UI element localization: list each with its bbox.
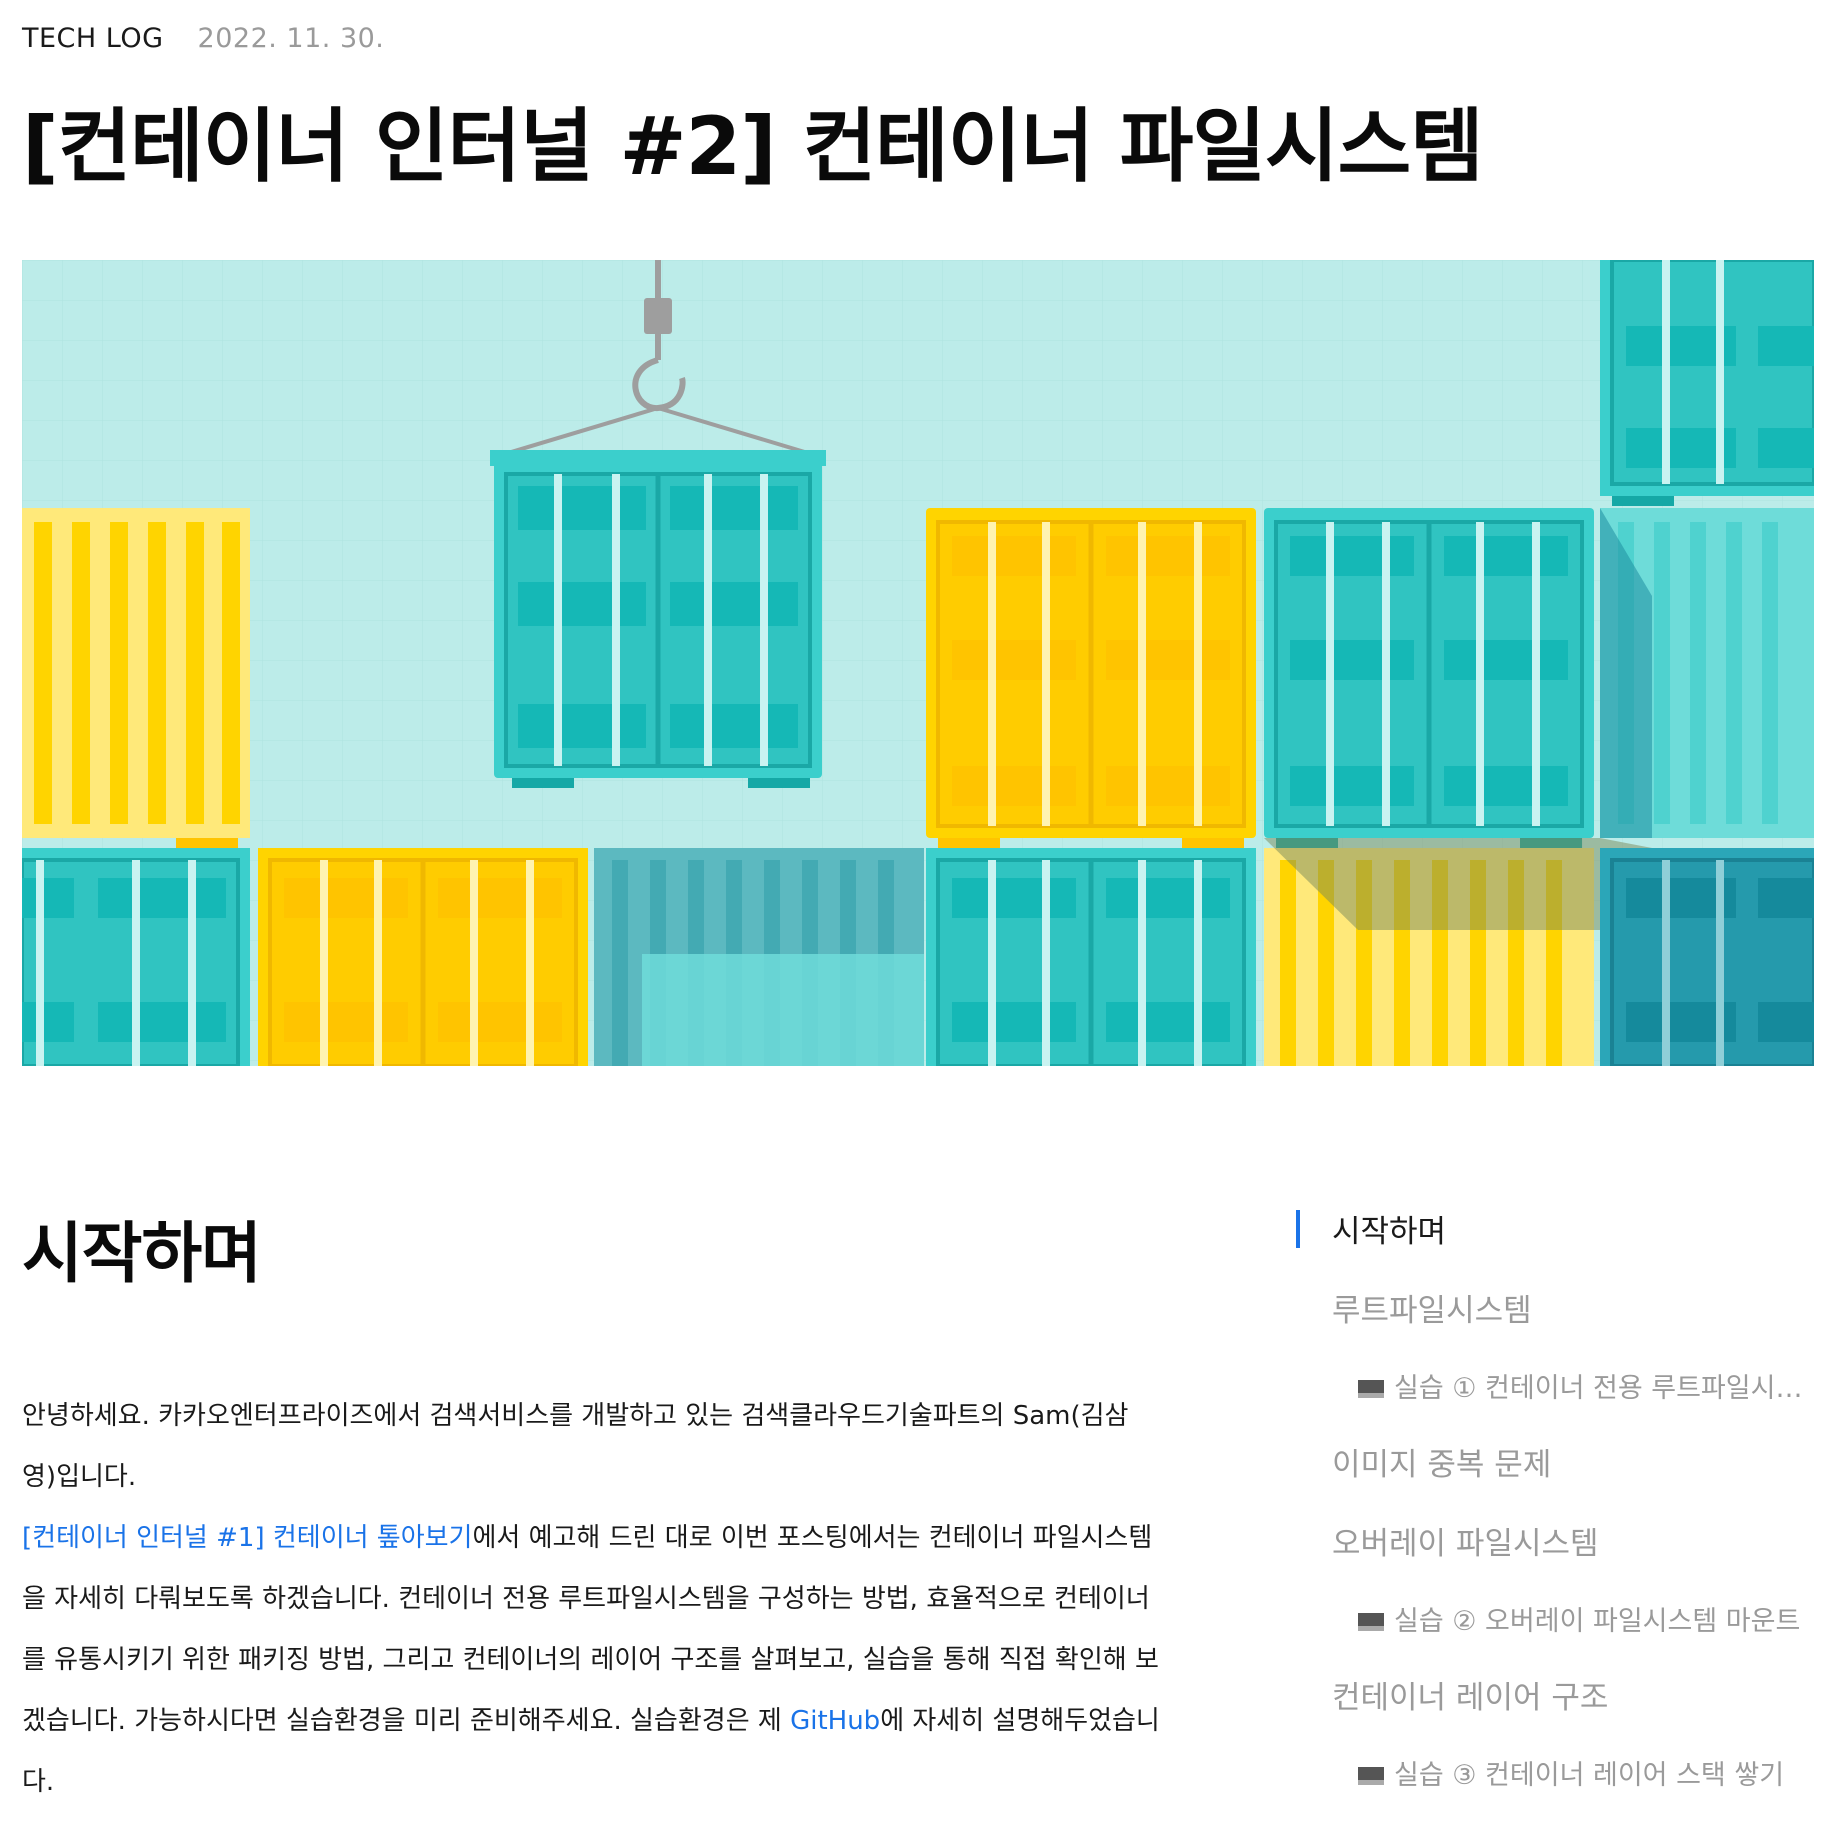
teal-container-hanging: [490, 450, 826, 788]
toc-item-image-duplication[interactable]: 이미지 중복 문제: [1296, 1439, 1816, 1484]
post-title: [컨테이너 인터널 #2] 컨테이너 파일시스템: [22, 100, 1484, 193]
post-date: 2022. 11. 30.: [197, 22, 385, 54]
teal-container-bottom-left: [22, 848, 250, 1066]
teal-ribbed-container-bottom: [594, 848, 924, 1066]
article-body: 시작하며 안녕하세요. 카카오엔터프라이즈에서 검색서비스를 개발하고 있는 검…: [22, 1200, 1202, 1813]
teal-container-bottom-center: [926, 848, 1256, 1066]
previous-post-link[interactable]: [컨테이너 인터널 #1] 컨테이너 톺아보기: [22, 1523, 472, 1553]
section-title: 시작하며: [22, 1215, 262, 1292]
yellow-container-bottom: [258, 848, 588, 1066]
toc-item-lab-3[interactable]: 실습 ③ 컨테이너 레이어 스택 쌓기: [1296, 1753, 1816, 1792]
intro-paragraph: 안녕하세요. 카카오엔터프라이즈에서 검색서비스를 개발하고 있는 검색클라우드…: [22, 1386, 1162, 1813]
toc-item-label: 루트파일시스템: [1332, 1293, 1532, 1329]
toc-item-label: 실습 ① 컨테이너 전용 루트파일시스템: [1394, 1373, 1816, 1404]
yellow-container-center: [926, 508, 1256, 850]
blog-post-page: TECH LOG 2022. 11. 30. [컨테이너 인터널 #2] 컨테이…: [0, 0, 1832, 1824]
toc-item-label: 이미지 중복 문제: [1332, 1447, 1552, 1483]
toc-item-label: 시작하며: [1332, 1214, 1447, 1250]
toc-item-label: 실습 ③ 컨테이너 레이어 스택 쌓기: [1394, 1760, 1785, 1791]
yellow-ribbed-container-bottom: [1264, 838, 1652, 1066]
toc-item-layer-structure[interactable]: 컨테이너 레이어 구조: [1296, 1672, 1816, 1717]
shipping-containers-illustration: [22, 260, 1814, 1066]
teal-container-right: [1264, 508, 1594, 850]
toc-item-rootfs[interactable]: 루트파일시스템: [1296, 1285, 1816, 1330]
laptop-icon: [1358, 1613, 1384, 1631]
toc-item-lab-2[interactable]: 실습 ② 오버레이 파일시스템 마운트: [1296, 1599, 1816, 1638]
laptop-icon: [1358, 1380, 1384, 1398]
table-of-contents: 시작하며 루트파일시스템 실습 ① 컨테이너 전용 루트파일시스템 이미지 중복…: [1296, 1206, 1816, 1792]
laptop-icon: [1358, 1767, 1384, 1785]
hero-illustration: [22, 260, 1814, 1066]
toc-item-label: 실습 ② 오버레이 파일시스템 마운트: [1394, 1606, 1801, 1637]
toc-item-intro[interactable]: 시작하며: [1296, 1206, 1816, 1251]
post-meta: TECH LOG 2022. 11. 30.: [22, 18, 384, 58]
teal-container-top-right: [1600, 260, 1814, 506]
github-link[interactable]: GitHub: [790, 1706, 880, 1736]
post-category[interactable]: TECH LOG: [22, 23, 164, 54]
intro-text-2: 에서 예고해 드린 대로 이번 포스팅에서는 컨테이너 파일시스템을 자세히 다…: [22, 1523, 1159, 1736]
toc-item-label: 오버레이 파일시스템: [1332, 1526, 1599, 1562]
intro-text-1: 안녕하세요. 카카오엔터프라이즈에서 검색서비스를 개발하고 있는 검색클라우드…: [22, 1401, 1129, 1492]
teal-container-far-right: [1600, 508, 1814, 838]
dark-teal-container-bottom-right: [1600, 848, 1814, 1066]
toc-item-label: 컨테이너 레이어 구조: [1332, 1680, 1609, 1716]
toc-item-lab-1[interactable]: 실습 ① 컨테이너 전용 루트파일시스템: [1296, 1366, 1816, 1405]
toc-item-overlayfs[interactable]: 오버레이 파일시스템: [1296, 1518, 1816, 1563]
yellow-container-left: [22, 508, 250, 850]
